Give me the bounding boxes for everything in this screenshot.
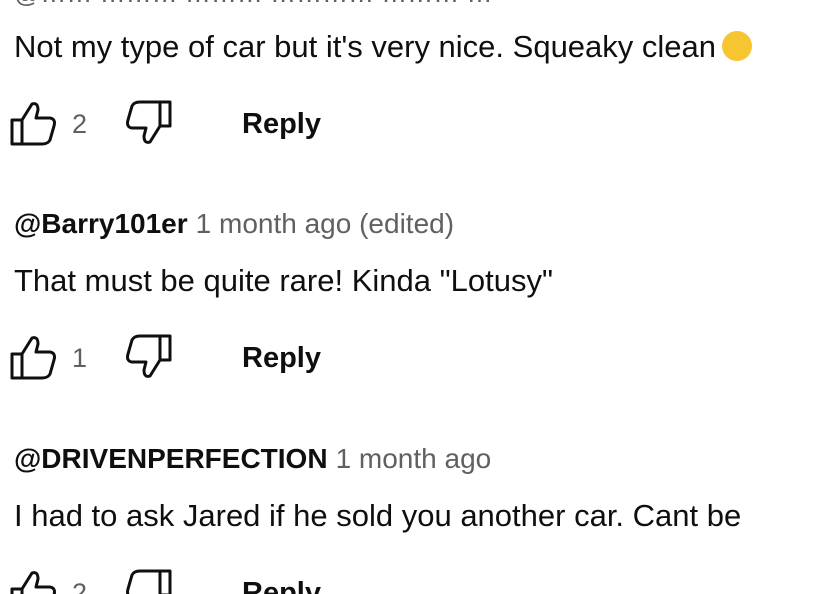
dislike-button[interactable] (124, 332, 176, 384)
dislike-button[interactable] (124, 98, 176, 150)
comment-action-bar: 2 Reply (8, 567, 408, 594)
author-name[interactable]: @DRIVENPERFECTION (14, 443, 328, 474)
like-button[interactable] (8, 567, 60, 594)
like-count: 2 (72, 578, 88, 594)
reply-button[interactable]: Reply (232, 104, 331, 144)
partial-comment-header: @…… ……… ……… ………… ……… … (14, 0, 493, 9)
comment-action-bar: 1 Reply (8, 332, 408, 384)
comment-text: I had to ask Jared if he sold you anothe… (14, 498, 742, 533)
thumbs-down-icon (126, 569, 172, 594)
comment-header: @Barry101er 1 month ago (edited) (14, 206, 454, 242)
reply-button[interactable]: Reply (232, 573, 331, 594)
like-count: 1 (72, 343, 88, 373)
like-button[interactable] (8, 332, 60, 384)
comment-text: That must be quite rare! Kinda "Lotusy" (14, 263, 553, 298)
comment-text-content: Not my type of car but it's very nice. S… (14, 29, 717, 64)
comments-section: @…… ……… ……… ………… ……… … Not my type of ca… (0, 0, 822, 594)
comment-timestamp[interactable]: 1 month ago (edited) (196, 208, 454, 239)
thumbs-down-icon (126, 100, 172, 144)
comment-header: @DRIVENPERFECTION 1 month ago (14, 441, 491, 477)
comment-action-bar: 2 Reply (8, 98, 408, 150)
thumbs-down-icon (126, 334, 172, 378)
like-button[interactable] (8, 98, 60, 150)
like-count: 2 (72, 109, 88, 139)
comment-timestamp[interactable]: 1 month ago (336, 443, 492, 474)
reply-button[interactable]: Reply (232, 338, 331, 378)
grinning-emoji-icon (722, 31, 753, 61)
thumbs-up-icon (10, 336, 56, 380)
thumbs-up-icon (10, 571, 56, 594)
author-name[interactable]: @Barry101er (14, 208, 188, 239)
thumbs-up-icon (10, 102, 56, 146)
comment-text: Not my type of car but it's very nice. S… (14, 27, 753, 67)
dislike-button[interactable] (124, 567, 176, 594)
